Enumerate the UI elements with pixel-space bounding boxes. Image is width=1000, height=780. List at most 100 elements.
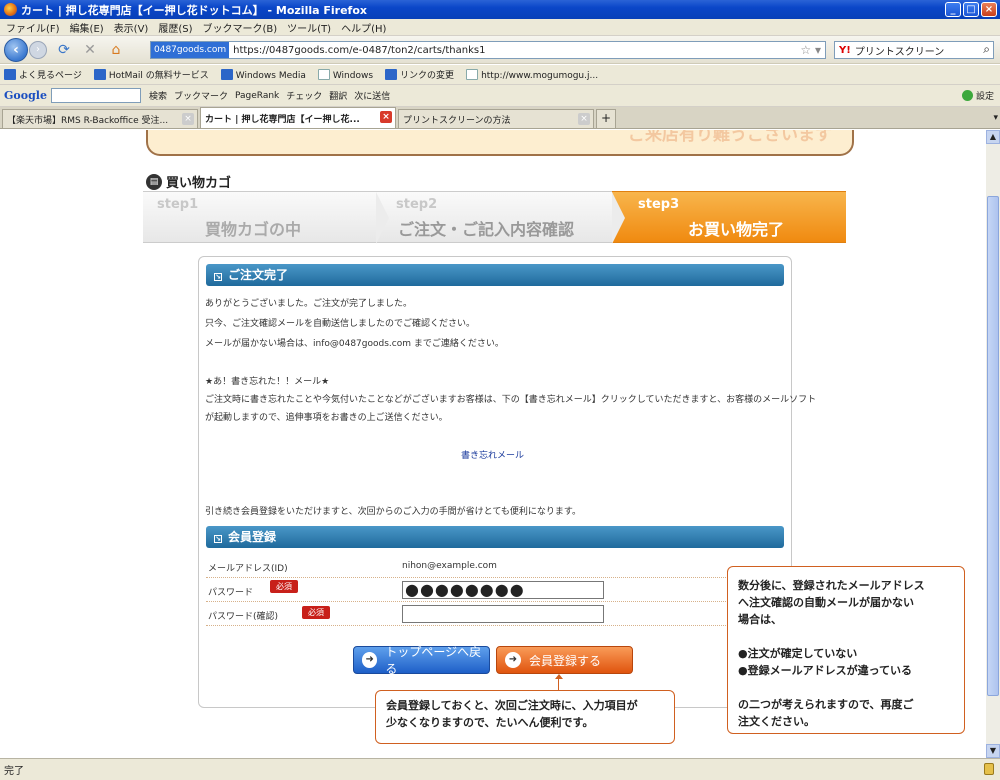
search-icon[interactable]: ⌕ — [983, 42, 990, 57]
note-line: の二つが考えられますので、再度ご — [738, 698, 914, 711]
google-bookmark-button[interactable]: ブックマーク — [174, 89, 228, 102]
forgot-mail-title: ★あ！書き忘れた！！メール★ — [205, 377, 330, 387]
page-icon — [466, 68, 479, 80]
menu-view[interactable]: 表示(V) — [114, 20, 149, 35]
step-1: step1 買物カゴの中 — [143, 191, 389, 244]
forgot-mail-link[interactable]: 書き忘れメール — [461, 448, 524, 461]
spellcheck-button[interactable]: チェック — [286, 89, 322, 102]
translate-button[interactable]: 翻訳 — [329, 89, 347, 102]
lock-icon[interactable] — [984, 763, 994, 775]
button-label: 会員登録する — [529, 653, 602, 668]
google-search-button[interactable]: 検索 — [149, 89, 167, 102]
password-label: パスワード — [208, 588, 254, 598]
send-to-button[interactable]: 次に送信 — [354, 89, 390, 102]
bookmark-label: http://www.mogumogu.j... — [481, 70, 599, 81]
scroll-up-icon[interactable]: ▲ — [986, 130, 1000, 144]
tab-label: カート | 押し花専門店【イー押し花... — [205, 114, 360, 125]
pagerank-indicator[interactable]: PageRank — [235, 91, 279, 101]
tab-close-icon[interactable]: × — [578, 113, 590, 125]
note-spacer — [738, 628, 954, 645]
maximize-button[interactable]: □ — [963, 2, 979, 17]
page-icon — [317, 68, 330, 80]
browser-window: カート | 押し花専門店【イー押し花ドットコム】 - Mozilla Firef… — [0, 0, 1000, 780]
password-row: パスワード 必須 ●●●●●●●● — [206, 580, 784, 602]
forward-icon[interactable]: › — [29, 40, 47, 59]
bookmark-item[interactable]: リンクの変更 — [385, 68, 454, 81]
menu-bar: ファイル(F) 編集(E) 表示(V) 履歴(S) ブックマーク(B) ツール(… — [0, 19, 1000, 36]
status-bar: 完了 — [0, 758, 1000, 780]
bookmark-icon — [385, 69, 398, 80]
window-title: カート | 押し花専門店【イー押し花ドットコム】 - Mozilla Firef… — [21, 3, 367, 17]
page-content: ご来店有り難うございます ▤ 買い物カゴ step1 買物カゴの中 step2 … — [0, 130, 986, 758]
tab-cart[interactable]: カート | 押し花専門店【イー押し花... × — [200, 107, 396, 128]
note-line: ●登録メールアドレスが違っている — [738, 664, 913, 677]
bookmarks-toolbar: よく見るページ HotMail の無料サービス Windows Media Wi… — [0, 65, 1000, 85]
bookmark-label: よく見るページ — [19, 71, 82, 81]
forgot-mail-text: ご注文時に書き忘れたことや今気付いたことなどがございますお客様は、下の【書き忘れ… — [205, 395, 817, 405]
checkout-steps: step1 買物カゴの中 step2 ご注文・ご記入内容確認 step3 お買い… — [143, 191, 846, 244]
bookmark-label: リンクの変更 — [400, 71, 455, 81]
bookmark-star-icon[interactable]: ☆ ▾ — [800, 43, 821, 57]
vertical-scrollbar[interactable]: ▲ ▼ — [986, 130, 1000, 758]
tab-label: プリントスクリーンの方法 — [403, 115, 511, 126]
bookmark-label: Windows Media — [235, 70, 306, 81]
stop-icon[interactable]: ✕ — [81, 41, 99, 59]
tab-list-icon[interactable]: ▾ — [993, 113, 998, 123]
menu-bookmarks[interactable]: ブックマーク(B) — [203, 20, 278, 35]
search-text[interactable]: プリントスクリーン — [855, 43, 945, 58]
tab-label: 【楽天市場】RMS R-Backoffice 受注... — [7, 115, 169, 126]
note-line: 注文ください。 — [738, 715, 815, 728]
step-3-current: step3 お買い物完了 — [612, 191, 846, 243]
tab-close-icon[interactable]: × — [182, 113, 194, 125]
section-marker-icon: ↘ — [214, 273, 222, 281]
url-text[interactable]: https://0487goods.com/e-0487/ton2/carts/… — [233, 45, 485, 56]
password-confirm-input[interactable] — [402, 605, 604, 623]
google-settings[interactable]: 設定 — [961, 89, 994, 102]
site-identity-badge[interactable]: 0487goods.com — [151, 42, 230, 58]
tab-printscreen[interactable]: プリントスクリーンの方法 × — [398, 109, 594, 128]
minimize-button[interactable]: _ — [945, 2, 961, 17]
scroll-down-icon[interactable]: ▼ — [986, 744, 1000, 758]
scroll-thumb[interactable] — [987, 196, 999, 696]
back-to-top-button[interactable]: ➜ トップページへ戻る — [353, 645, 490, 676]
arrow-right-icon: ➜ — [362, 652, 378, 668]
tab-close-icon[interactable]: × — [380, 111, 392, 123]
back-icon[interactable]: ‹ — [4, 37, 28, 62]
arrow-right-icon: ➜ — [505, 652, 521, 668]
registration-heading: ↘ 会員登録 — [206, 526, 784, 548]
step-name: ご注文・ご記入内容確認 — [398, 220, 575, 239]
google-logo[interactable]: Google — [4, 89, 47, 102]
bookmark-item[interactable]: よく見るページ — [4, 68, 82, 81]
menu-edit[interactable]: 編集(E) — [70, 20, 104, 35]
menu-help[interactable]: ヘルプ(H) — [341, 20, 386, 35]
button-label: トップページへ戻る — [385, 645, 482, 676]
note-line: 数分後に、登録されたメールアドレス — [738, 579, 925, 592]
title-bar: カート | 押し花専門店【イー押し花ドットコム】 - Mozilla Firef… — [0, 0, 1000, 19]
welcome-banner: ご来店有り難うございます — [146, 130, 854, 156]
menu-file[interactable]: ファイル(F) — [6, 20, 60, 35]
menu-tools[interactable]: ツール(T) — [287, 20, 331, 35]
mail-not-received-note: 数分後に、登録されたメールアドレス へ注文確認の自動メールが届かない 場合は、 … — [727, 566, 965, 734]
address-bar[interactable]: 0487goods.com https://0487goods.com/e-04… — [150, 41, 826, 59]
bookmark-item[interactable]: Windows Media — [220, 68, 306, 81]
home-icon[interactable]: ⌂ — [107, 41, 125, 59]
google-toolbar: Google 検索 ブックマーク PageRank チェック 翻訳 次に送信 設… — [0, 85, 1000, 107]
close-button[interactable]: × — [981, 2, 997, 17]
settings-label: 設定 — [975, 92, 994, 102]
search-box[interactable]: Y! プリントスクリーン ⌕ — [834, 41, 994, 59]
step-arrow — [612, 192, 625, 244]
search-engine-icon[interactable]: Y! — [839, 45, 851, 56]
password-input[interactable]: ●●●●●●●● — [402, 581, 604, 599]
reload-icon[interactable]: ⟳ — [55, 41, 73, 59]
bookmark-item[interactable]: HotMail の無料サービス — [93, 68, 209, 81]
required-badge: 必須 — [270, 580, 298, 593]
bookmark-icon — [4, 69, 16, 80]
note-spacer — [738, 679, 954, 696]
bookmark-item[interactable]: Windows — [317, 68, 373, 81]
google-search-input[interactable] — [50, 88, 141, 103]
bookmark-item[interactable]: http://www.mogumogu.j... — [466, 68, 599, 81]
tab-rakuten[interactable]: 【楽天市場】RMS R-Backoffice 受注... × — [2, 109, 198, 128]
register-member-button[interactable]: ➜ 会員登録する — [496, 646, 633, 674]
menu-history[interactable]: 履歴(S) — [158, 20, 192, 35]
new-tab-button[interactable]: + — [596, 109, 616, 128]
